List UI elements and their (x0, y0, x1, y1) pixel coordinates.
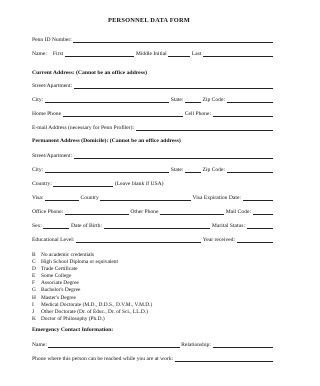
current-state-field[interactable] (184, 98, 201, 103)
last-name-field[interactable] (202, 52, 273, 57)
education-level-label: Educational Level: (32, 237, 75, 243)
permanent-street-row: Street/Apartment: (32, 152, 274, 160)
relationship-label: Relationship: (181, 342, 211, 348)
marital-status-label: Marital Status: (211, 223, 245, 229)
current-city-field[interactable] (44, 98, 170, 103)
sex-row: Sex: Date of Birth: Marital Status: (32, 222, 274, 230)
permanent-city-label: City: (32, 167, 44, 173)
list-item: K Doctor of Philosophy (Ph.D.) (32, 315, 105, 322)
relationship-field[interactable] (212, 343, 273, 348)
other-phone-field[interactable] (159, 210, 225, 215)
email-row: E-mail Address (necessary for Penn Profi… (32, 124, 274, 132)
penn-id-field[interactable] (73, 38, 273, 43)
cell-phone-field[interactable] (212, 112, 273, 117)
dob-label: Date of Birth: (70, 223, 103, 229)
permanent-street-label: Street/Apartment: (32, 153, 73, 159)
home-phone-label: Home Phone (32, 111, 62, 117)
permanent-city-field[interactable] (44, 168, 170, 173)
office-phone-row: Office Phone: Other Phone Mail Code: (32, 208, 274, 216)
current-street-label: Street/Apartment: (32, 83, 73, 89)
emergency-contact-heading: Emergency Contact Information: (32, 327, 114, 333)
first-name-field[interactable] (64, 52, 135, 57)
country-field[interactable] (53, 182, 114, 187)
office-phone-field[interactable] (64, 210, 129, 215)
emergency-name-row: Name: Relationship: (32, 341, 274, 349)
home-phone-field[interactable] (62, 112, 184, 117)
middle-initial-field[interactable] (168, 52, 191, 57)
list-item: D Trade Certificate (32, 266, 78, 273)
permanent-zip-label: Zip Code: (202, 167, 225, 173)
emergency-name-field[interactable] (48, 343, 180, 348)
marital-status-field[interactable] (246, 224, 273, 229)
penn-id-label: Penn ID Number: (32, 37, 72, 43)
sex-label: Sex: (32, 223, 42, 229)
last-name-label: Last (191, 51, 202, 57)
emergency-name-label: Name: (32, 342, 47, 348)
current-street-field[interactable] (73, 84, 273, 89)
sex-field[interactable] (43, 224, 70, 229)
country-row: Country: (Leave blank if USA) (32, 180, 274, 188)
permanent-state-field[interactable] (184, 168, 201, 173)
visa-label: Visa: (32, 195, 44, 201)
current-street-row: Street/Apartment: (32, 82, 274, 90)
list-item: B No academic credentials (32, 252, 94, 258)
current-phone-row: Home Phone Cell Phone: (32, 110, 274, 118)
year-received-field[interactable] (236, 238, 273, 243)
current-state-label: State: (170, 97, 184, 103)
visa-country-label: Country (80, 195, 99, 201)
country-label: Country: (32, 181, 52, 187)
middle-initial-label: Middle Initial (135, 51, 167, 57)
first-name-label: First (52, 51, 64, 57)
education-level-row: Educational Level: Year received: (32, 236, 274, 244)
education-level-field[interactable] (75, 238, 202, 243)
mail-code-field[interactable] (252, 210, 273, 215)
permanent-zip-field[interactable] (226, 168, 273, 173)
dob-field[interactable] (103, 224, 211, 229)
permanent-state-label: State: (170, 167, 184, 173)
form-page: PERSONNEL DATA FORM Penn ID Number: Name… (0, 0, 298, 386)
current-address-heading: Current Address: (Cannot be an office ad… (32, 70, 148, 76)
name-row: Name: First Middle Initial Last (32, 50, 274, 58)
permanent-street-field[interactable] (73, 154, 273, 159)
current-city-row: City: State: Zip Code: (32, 96, 274, 104)
visa-country-field[interactable] (100, 196, 192, 201)
visa-field[interactable] (44, 196, 79, 201)
list-item: J Other Doctorate (Dr. of Educ., Dr. of S… (32, 308, 148, 315)
list-item: E Some College (32, 273, 72, 280)
current-zip-field[interactable] (226, 98, 273, 103)
other-phone-label: Other Phone (130, 209, 159, 215)
cell-phone-label: Cell Phone: (184, 111, 211, 117)
education-list: B No academic credentials C High School Di… (32, 252, 152, 323)
list-item: G Bachelor's Degree (32, 287, 81, 294)
list-item: H Master's Degree (32, 294, 76, 301)
mail-code-label: Mail Code: (225, 209, 252, 215)
emergency-phone-label: Phone where this person can be reached w… (32, 356, 174, 362)
page-title: PERSONNEL DATA FORM (107, 17, 191, 24)
visa-row: Visa: Country Visa Expiration Date: (32, 194, 274, 202)
email-field[interactable] (135, 126, 273, 131)
current-zip-label: Zip Code: (202, 97, 225, 103)
emergency-phone-row: Phone where this person can be reached w… (32, 355, 274, 363)
list-item: F Associate Degree (32, 280, 79, 287)
permanent-address-heading: Permanent Address (Domicile): (Cannot be… (32, 138, 181, 144)
emergency-phone-field[interactable] (174, 357, 273, 362)
email-label: E-mail Address (necessary for Penn Profi… (32, 125, 135, 131)
visa-expiration-field[interactable] (242, 196, 273, 201)
visa-expiration-label: Visa Expiration Date: (192, 195, 241, 201)
permanent-city-row: City: State: Zip Code: (32, 166, 274, 174)
office-phone-label: Office Phone: (32, 209, 64, 215)
name-label: Name: (32, 51, 47, 57)
country-note: (Leave blank if USA) (114, 181, 164, 187)
year-received-label: Year received: (202, 237, 235, 243)
list-item: I Medical Doctorate (M.D., D.D.S., D.V.M.… (32, 301, 153, 308)
current-city-label: City: (32, 97, 44, 103)
penn-id-row: Penn ID Number: (32, 36, 274, 44)
